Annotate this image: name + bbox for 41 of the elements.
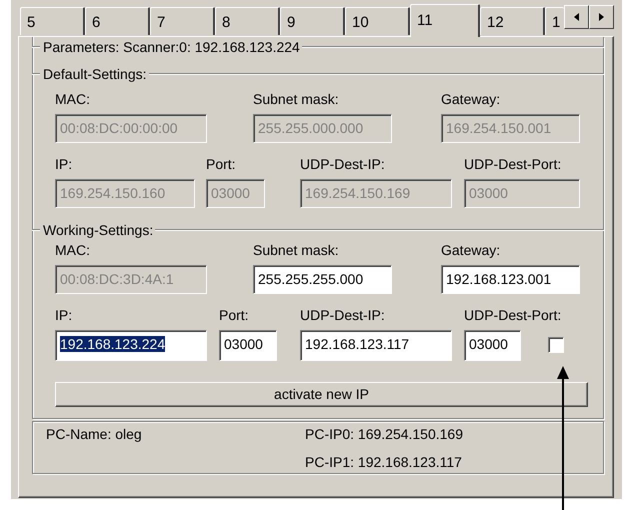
field-label: Gateway: [441,90,500,108]
tab[interactable]: 11 [410,4,480,37]
tab[interactable]: 7 [150,7,215,35]
input-field[interactable]: 03000 [219,330,277,361]
field-label: Port: [219,306,249,324]
input-field[interactable]: 255.255.255.000 [253,265,392,294]
left-triangle-icon [572,12,581,22]
field-label: Gateway: [441,241,500,259]
activate-button[interactable]: activate new IP [55,382,588,407]
field-label: MAC: [55,241,90,259]
right-triangle-icon [597,12,606,22]
pc-name-text: PC-Name: oleg [46,425,142,444]
tab[interactable]: 5 [20,7,85,35]
tab[interactable]: 6 [85,7,150,35]
field-label: UDP-Dest-Port: [464,155,562,173]
input-field[interactable]: 192.168.123.001 [441,265,580,294]
group-title: Parameters: Scanner:0: 192.168.123.224 [42,38,300,56]
field-label: UDP-Dest-Port: [464,306,562,324]
field-label: Subnet mask: [253,241,339,259]
field-label: UDP-Dest-IP: [300,306,385,324]
input-field[interactable]: 192.168.123.117 [300,330,452,361]
tab[interactable]: 9 [280,7,345,35]
tab[interactable]: 12 [480,7,545,35]
input-field[interactable]: 03000 [464,330,521,361]
field-label: IP: [55,155,72,173]
tab[interactable]: 1 [545,7,564,35]
checkbox[interactable] [548,337,564,353]
group-title: Working-Settings: [42,220,154,240]
pc-ip-text: PC-IP0: 169.254.150.169 [305,425,464,444]
field-label: UDP-Dest-IP: [300,155,385,173]
scroll-left-button[interactable] [564,5,589,29]
scroll-right-button[interactable] [589,5,614,29]
field-label: MAC: [55,90,90,108]
tab[interactable]: 8 [215,7,280,35]
pc-ip-text: PC-IP1: 192.168.123.117 [305,452,462,472]
field-label: Port: [206,155,236,173]
input-field[interactable]: 192.168.123.224 [55,330,207,361]
group-title: Default-Settings: [42,64,146,84]
tab[interactable]: 10 [345,7,410,35]
field-label: IP: [55,306,72,324]
field-label: Subnet mask: [253,90,339,108]
